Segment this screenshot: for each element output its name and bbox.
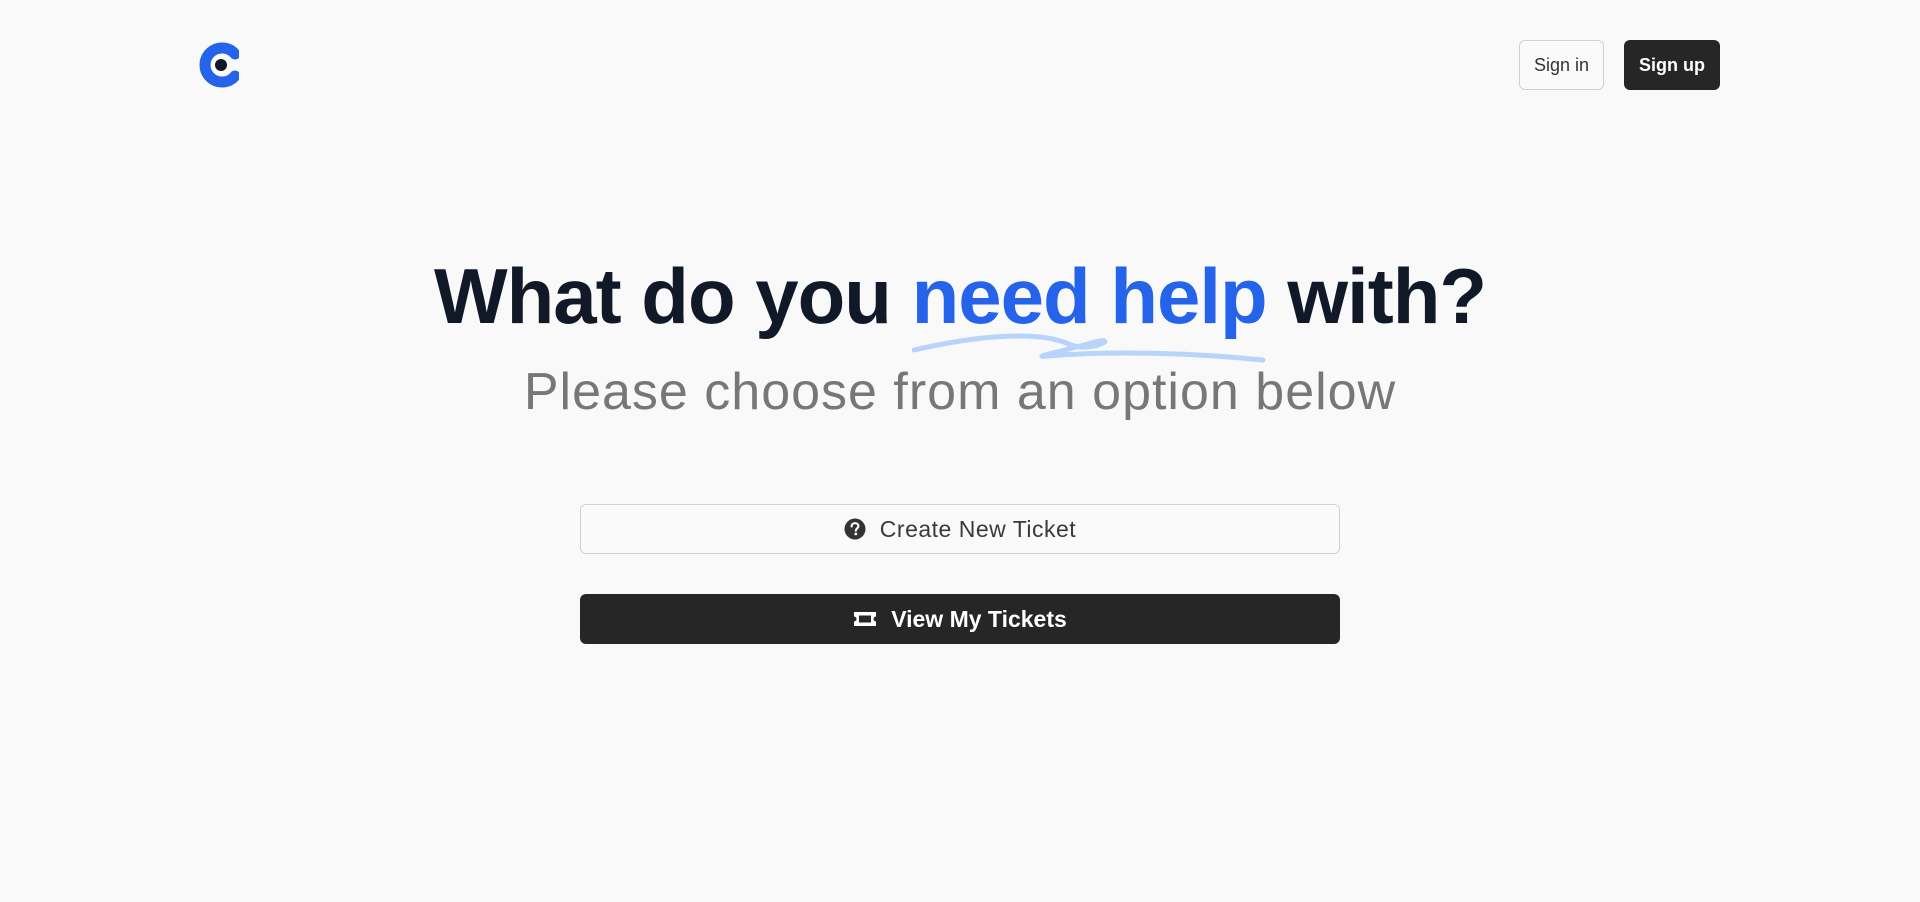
help-page: Sign in Sign up What do you need help wi… — [0, 0, 1920, 902]
sign-up-button[interactable]: Sign up — [1624, 40, 1720, 90]
create-new-ticket-button[interactable]: Create New Ticket — [580, 504, 1340, 554]
auth-nav: Sign in Sign up — [1518, 40, 1720, 90]
page-headline: What do you need help with? — [434, 250, 1487, 363]
hero-section: What do you need help with? Please choos… — [0, 250, 1920, 422]
headline-accent: need help — [911, 250, 1268, 363]
view-my-tickets-button[interactable]: View My Tickets — [580, 594, 1340, 644]
view-my-tickets-label: View My Tickets — [891, 605, 1067, 632]
brand-logo-icon[interactable] — [199, 42, 241, 88]
question-circle-icon — [844, 518, 866, 540]
page-subheadline: Please choose from an option below — [523, 363, 1397, 421]
create-new-ticket-label: Create New Ticket — [879, 515, 1077, 542]
headline-text-after: with? — [1287, 252, 1487, 340]
ticket-icon — [853, 610, 877, 628]
sign-in-button[interactable]: Sign in — [1518, 40, 1604, 90]
headline-accent-text: need help — [911, 252, 1268, 340]
headline-text-before: What do you — [434, 252, 892, 340]
